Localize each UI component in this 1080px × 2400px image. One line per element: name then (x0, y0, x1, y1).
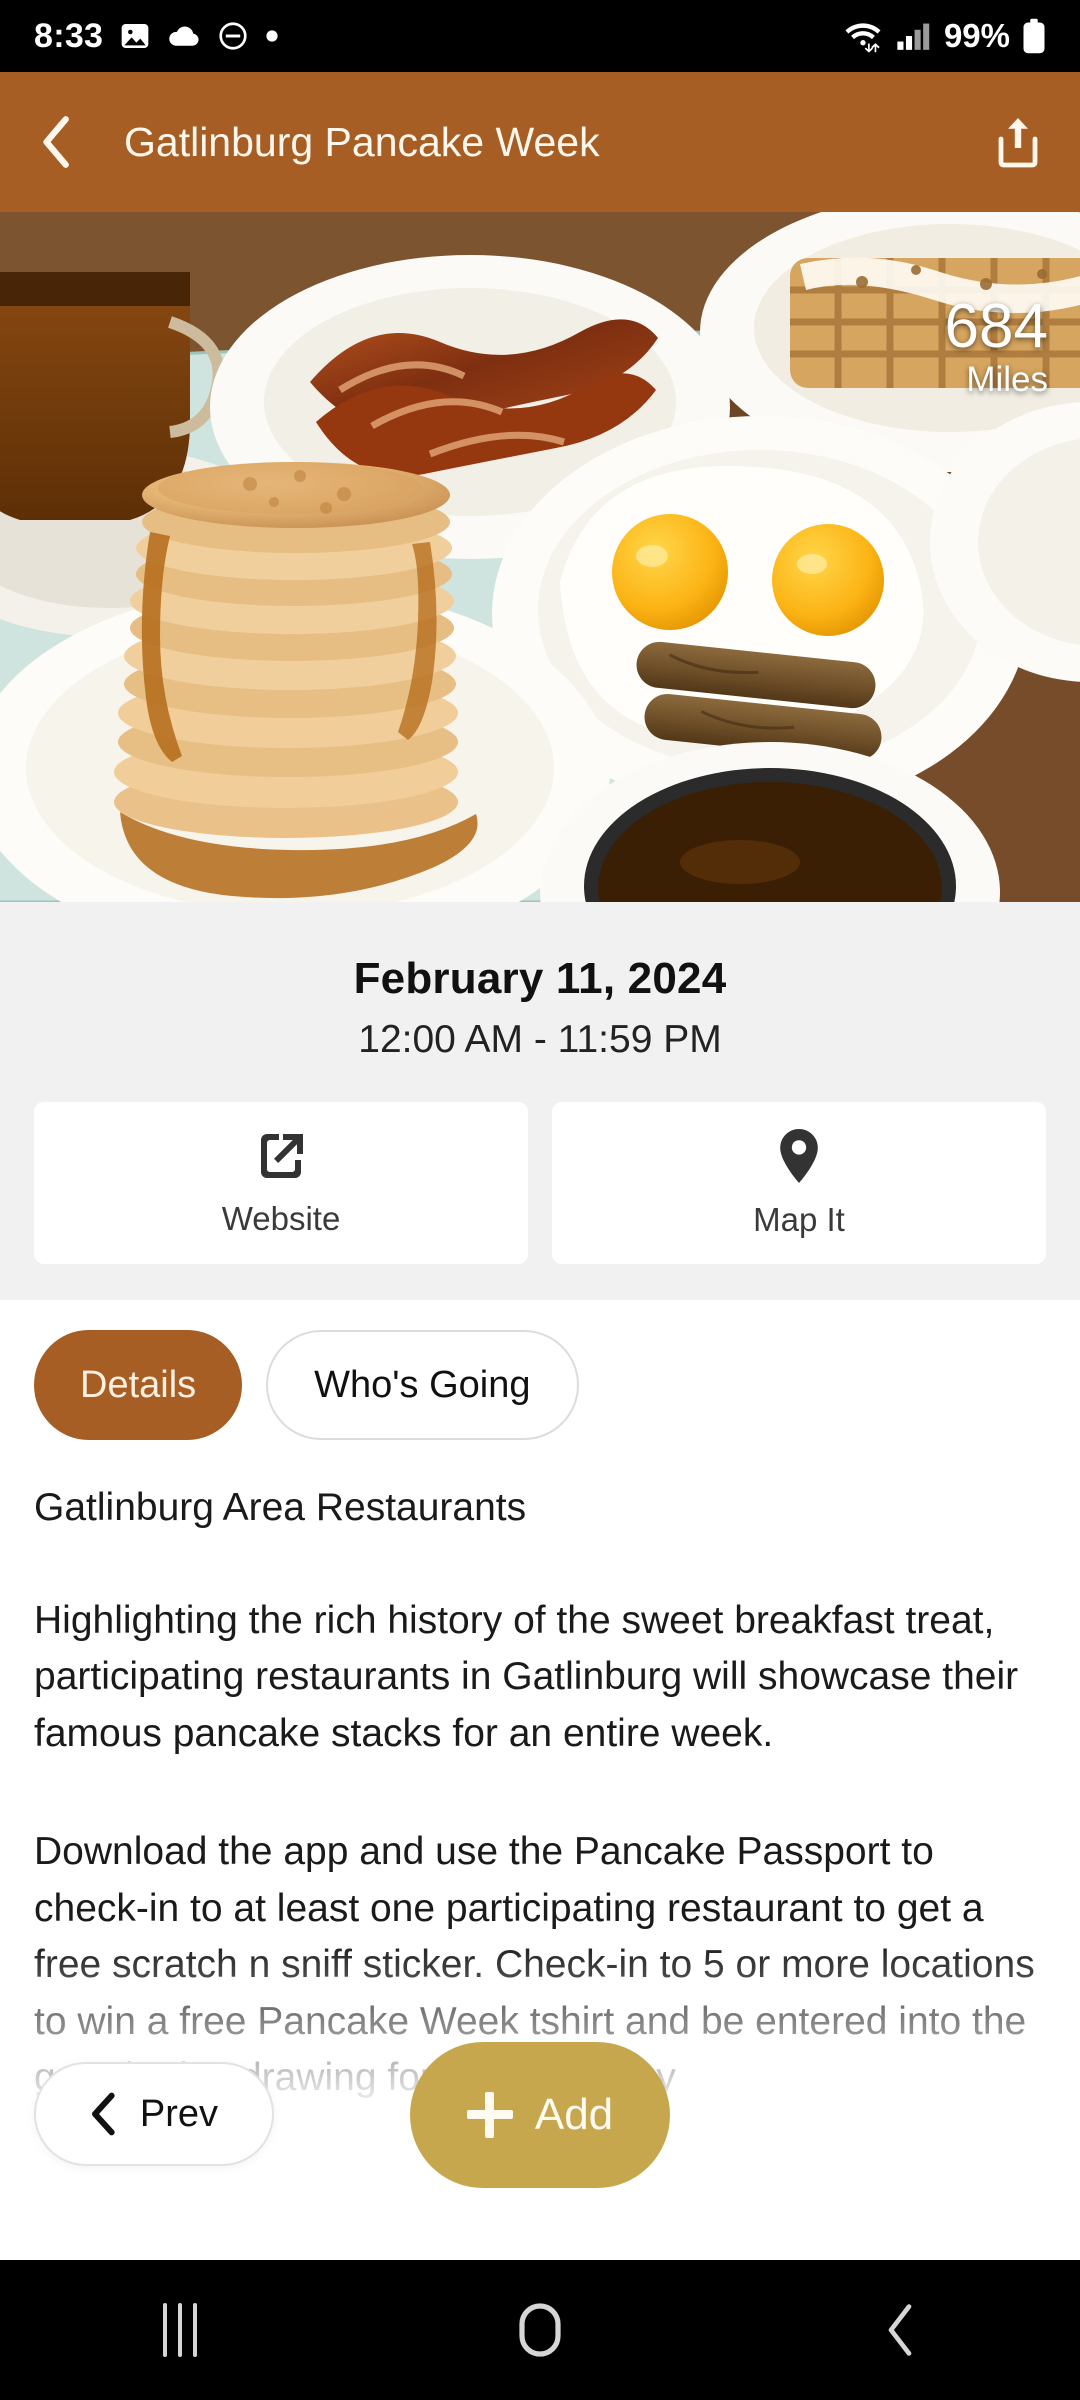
description-paragraph-1: Highlighting the rich history of the swe… (34, 1598, 1019, 1755)
plus-icon (466, 2092, 513, 2138)
recents-button[interactable] (80, 2260, 280, 2400)
photo-icon (119, 20, 151, 52)
add-button-label: Add (534, 2090, 614, 2139)
battery-percent-label: 99% (943, 17, 1010, 54)
battery-icon (1022, 18, 1046, 54)
wifi-icon (842, 19, 884, 53)
venue-name: Gatlinburg Area Restaurants (34, 1486, 527, 1529)
event-info-panel: February 11, 2024 12:00 AM - 11:59 PM We… (0, 902, 1080, 1300)
website-button-label: Website (221, 1200, 341, 1237)
back-icon (882, 2303, 918, 2357)
event-time-range: 12:00 AM - 11:59 PM (358, 1018, 722, 1061)
tab-whos-going[interactable]: Who's Going (266, 1330, 579, 1440)
detail-tabs: Details Who's Going (34, 1330, 579, 1440)
tab-whos-going-label: Who's Going (314, 1363, 531, 1406)
phone-screen: 8:33 99% Gatlinburg Pancake Week 684 Mil… (0, 0, 1080, 2400)
tab-details-label: Details (80, 1363, 197, 1406)
distance-value: 684 (944, 292, 1048, 361)
do-not-disturb-icon (217, 20, 249, 52)
dot-icon (265, 29, 279, 43)
android-nav-bar (0, 2260, 1080, 2400)
details-content[interactable]: Gatlinburg Area Restaurants Highlighting… (34, 1480, 1046, 2120)
nav-back-button[interactable] (800, 2260, 1000, 2400)
status-bar-left: 8:33 (34, 17, 279, 56)
distance-unit: Miles (966, 360, 1048, 399)
map-it-button[interactable]: Map It (552, 1102, 1046, 1264)
recents-icon (163, 2303, 197, 2357)
home-button[interactable] (440, 2260, 640, 2400)
page-title: Gatlinburg Pancake Week (124, 118, 600, 165)
back-button[interactable] (36, 114, 78, 170)
distance-badge: 684 Miles (944, 292, 1048, 399)
website-button[interactable]: Website (34, 1102, 528, 1264)
action-buttons: Website Map It (0, 1062, 1080, 1264)
status-bar-right: 99% (842, 17, 1046, 55)
home-icon (516, 2302, 564, 2358)
cellular-signal-icon (896, 20, 932, 52)
hero-photo-illustration (0, 212, 1080, 902)
external-link-icon (253, 1128, 309, 1184)
prev-button[interactable]: Prev (34, 2062, 274, 2166)
hero-image[interactable]: 684 Miles (0, 212, 1080, 902)
app-bar: Gatlinburg Pancake Week (0, 72, 1080, 212)
event-date: February 11, 2024 (353, 954, 727, 1003)
tab-details[interactable]: Details (34, 1330, 243, 1440)
map-pin-icon (773, 1127, 825, 1185)
map-it-button-label: Map It (753, 1201, 845, 1238)
chevron-left-icon (90, 2092, 120, 2136)
status-bar-clock: 8:33 (34, 16, 104, 55)
status-bar: 8:33 99% (0, 0, 1080, 72)
share-icon[interactable] (992, 114, 1044, 170)
cloud-icon (167, 23, 201, 49)
add-button[interactable]: Add (410, 2042, 670, 2188)
prev-button-label: Prev (139, 2092, 219, 2135)
